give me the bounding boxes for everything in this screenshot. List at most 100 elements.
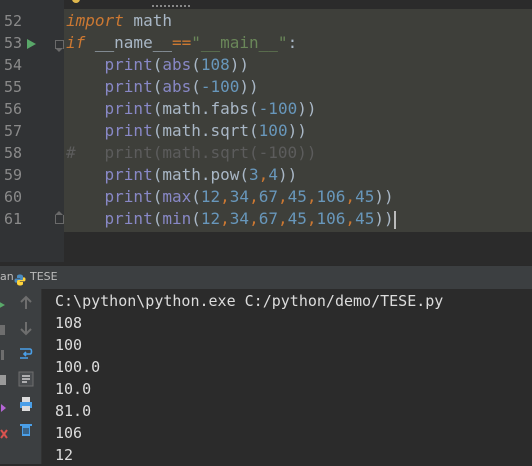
- text-caret: [393, 210, 396, 229]
- code-token: ,: [220, 187, 230, 206]
- code-token: -100: [258, 99, 298, 118]
- line-number: 60: [3, 188, 22, 206]
- code-token: 106: [316, 209, 346, 228]
- code-token: print: [104, 187, 153, 206]
- code-token: :: [287, 33, 298, 52]
- line-number: 59: [3, 166, 22, 184]
- console-output-line: 10.0: [55, 380, 92, 398]
- run-config-name[interactable]: TESE: [30, 270, 58, 283]
- code-token: 67: [258, 209, 278, 228]
- trash-icon[interactable]: [18, 421, 34, 437]
- print-icon[interactable]: [18, 396, 34, 412]
- console-output-line: 100: [55, 336, 83, 354]
- soft-wrap-icon[interactable]: [18, 345, 34, 361]
- code-token: 4: [268, 165, 278, 184]
- code-token: abs: [162, 55, 192, 74]
- code-token: 45: [355, 209, 375, 228]
- code-token: 106: [316, 187, 346, 206]
- code-token: ,: [220, 209, 230, 228]
- code-token: -100: [200, 77, 240, 96]
- code-token: print: [104, 55, 153, 74]
- line-number: 57: [3, 122, 22, 140]
- fold-collapse-icon[interactable]: [55, 40, 64, 52]
- code-line[interactable]: if __name__=="__main__":: [66, 32, 297, 54]
- code-token: print: [104, 77, 153, 96]
- code-area[interactable]: import math if __name__=="__main__": prin…: [64, 0, 532, 262]
- code-line[interactable]: print(max(12,34,67,45,106,45)): [66, 186, 394, 208]
- code-token: (math.fabs(: [152, 99, 259, 118]
- code-token: __name__: [85, 33, 172, 52]
- run-panel: C:\python\python.exe C:/python/demo/TESE…: [0, 289, 532, 464]
- console-output-line: 12: [55, 446, 74, 464]
- editor-gutter: 52 53 54 55 56 57 58 59 60 61: [0, 0, 80, 262]
- console-output-line: 108: [55, 314, 83, 332]
- code-token: "__main__": [191, 33, 288, 52]
- stop-icon[interactable]: [0, 322, 8, 338]
- code-line[interactable]: print(math.sqrt(100)): [66, 120, 307, 142]
- code-editor[interactable]: 52 53 54 55 56 57 58 59 60 61 import math if __nam…: [0, 0, 532, 262]
- line-number: 61: [3, 210, 22, 228]
- code-token: ,: [345, 209, 356, 228]
- code-token: (math.sqrt(: [152, 121, 259, 140]
- code-line[interactable]: print(abs(-100)): [66, 76, 259, 98]
- code-token: (: [191, 77, 201, 96]
- code-line[interactable]: print(math.fabs(-100)): [66, 98, 317, 120]
- code-token: min: [162, 209, 192, 228]
- code-token: print: [104, 99, 153, 118]
- down-arrow-icon[interactable]: [18, 320, 34, 336]
- code-token: )): [287, 121, 307, 140]
- code-token: 108: [200, 55, 230, 74]
- code-token: ,: [249, 187, 259, 206]
- scroll-to-end-icon[interactable]: [18, 371, 34, 387]
- code-line[interactable]: print(min(12,34,67,45,106,45)): [66, 208, 396, 230]
- code-line[interactable]: import math: [66, 10, 172, 32]
- code-token: ,: [249, 209, 259, 228]
- code-token: )): [297, 99, 317, 118]
- code-token: ,: [277, 209, 288, 228]
- restore-layout-icon[interactable]: [0, 400, 8, 416]
- line-number: 54: [3, 56, 22, 74]
- code-token: if: [66, 33, 86, 52]
- code-line[interactable]: print(abs(108)): [66, 54, 250, 76]
- code-line[interactable]: print(math.pow(3,4)): [66, 164, 298, 186]
- code-token: 3: [249, 165, 259, 184]
- code-token: (: [152, 209, 163, 228]
- pause-icon[interactable]: [0, 347, 8, 363]
- python-file-icon: [14, 271, 26, 286]
- code-token: (: [152, 77, 163, 96]
- close-icon[interactable]: [0, 426, 8, 442]
- code-line[interactable]: # print(math.sqrt(-100)): [66, 142, 316, 164]
- code-token: max: [162, 187, 192, 206]
- code-token: print: [104, 209, 153, 228]
- code-token: 45: [287, 209, 307, 228]
- fold-end-icon[interactable]: [55, 211, 64, 224]
- code-token: ,: [345, 187, 356, 206]
- code-token: (: [152, 55, 163, 74]
- code-token: 45: [287, 187, 307, 206]
- run-gutter-icon[interactable]: [27, 39, 36, 49]
- up-arrow-icon[interactable]: [18, 295, 34, 311]
- code-token: 34: [229, 209, 250, 228]
- code-token: (: [191, 187, 201, 206]
- console-command-line: C:\python\python.exe C:/python/demo/TESE…: [55, 292, 444, 310]
- code-token: abs: [162, 77, 192, 96]
- code-token: print: [104, 121, 153, 140]
- console-output[interactable]: C:\python\python.exe C:/python/demo/TESE…: [55, 289, 532, 464]
- code-token: )): [374, 209, 394, 228]
- dump-threads-icon[interactable]: [0, 372, 8, 388]
- console-output-line: 81.0: [55, 402, 92, 420]
- code-token: import: [66, 11, 124, 30]
- code-token: )): [229, 55, 250, 74]
- code-token: ,: [306, 209, 317, 228]
- run-tab-label[interactable]: an: [0, 270, 14, 283]
- rerun-icon[interactable]: [0, 297, 8, 313]
- code-token: )): [239, 77, 259, 96]
- code-token: )): [374, 187, 394, 206]
- code-token: 45: [355, 187, 375, 206]
- line-number: 58: [3, 144, 22, 162]
- code-token: (: [191, 55, 201, 74]
